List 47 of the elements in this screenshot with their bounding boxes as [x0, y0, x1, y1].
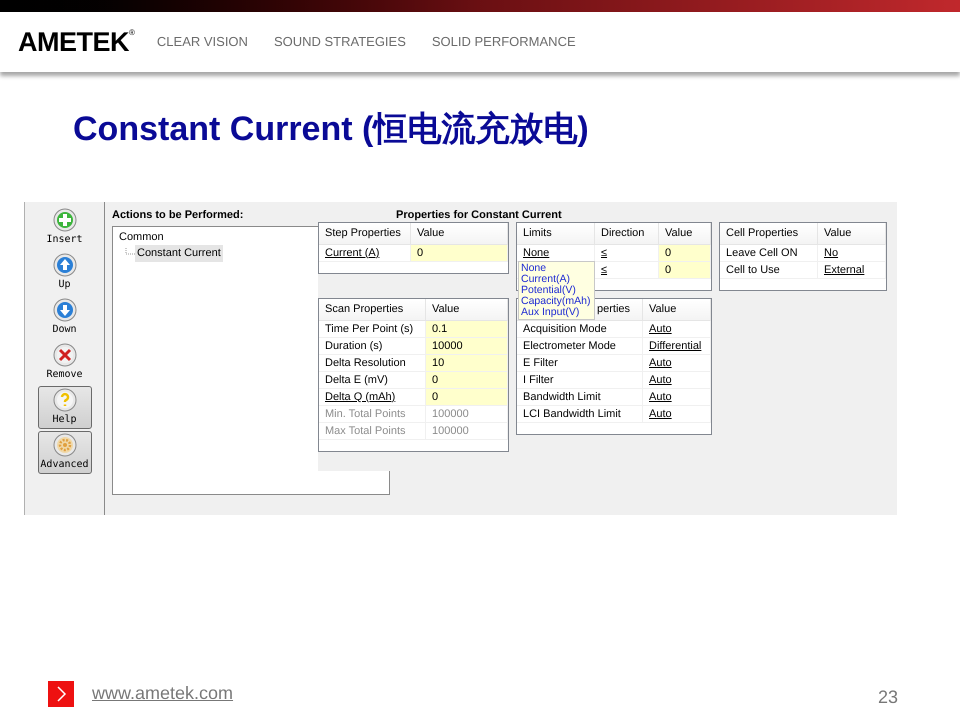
- column-header: perties: [596, 302, 632, 318]
- column-header: Direction: [600, 226, 646, 242]
- toolbar-button[interactable]: Advanced: [38, 431, 92, 474]
- tagline: SOLID PERFORMANCE: [432, 33, 576, 52]
- registered-mark: ®: [129, 28, 135, 36]
- gear-icon: [52, 433, 76, 457]
- plus-icon: [52, 208, 76, 232]
- table-cell[interactable]: 0.1: [426, 321, 508, 337]
- website-link[interactable]: www.ametek.com: [92, 680, 234, 707]
- column-header: Value: [416, 226, 446, 242]
- dropdown-option[interactable]: Current(A): [519, 274, 594, 285]
- toolbar-button[interactable]: Up: [38, 251, 92, 294]
- table-cell[interactable]: 0: [426, 372, 508, 388]
- table-cell[interactable]: 0: [659, 262, 711, 278]
- remove-icon: [52, 343, 76, 367]
- table-cell[interactable]: 10000: [426, 338, 508, 354]
- column-header: Value: [823, 226, 852, 242]
- properties-title: Properties for Constant Current: [395, 208, 563, 222]
- tagline: SOUND STRATEGIES: [274, 33, 406, 52]
- toolbar-button[interactable]: Insert: [38, 206, 92, 249]
- tagline: CLEAR VISION: [156, 33, 248, 52]
- table-cell[interactable]: 0: [659, 245, 711, 261]
- dropdown-option[interactable]: Aux Input(V): [519, 307, 594, 318]
- column-header: Value: [648, 302, 678, 318]
- table-cell[interactable]: 10: [426, 355, 508, 371]
- table-cell[interactable]: 0: [426, 389, 508, 405]
- actions-title: Actions to be Performed:: [112, 208, 244, 223]
- logo: AMETEK: [18, 28, 129, 56]
- column-header: Scan Properties: [324, 302, 404, 318]
- toolbar-button[interactable]: Help: [38, 386, 92, 429]
- page-number: 23: [878, 686, 898, 709]
- dropdown-option[interactable]: Capacity(mAh): [519, 296, 594, 307]
- column-header: Value: [431, 302, 460, 318]
- help-icon: [52, 388, 76, 412]
- column-header: Limits: [522, 226, 553, 242]
- toolbar-button[interactable]: Remove: [38, 341, 92, 384]
- chevron-icon: [48, 680, 74, 706]
- slide-title: Constant Current (恒电流充放电): [73, 109, 590, 150]
- table-cell[interactable]: 0: [411, 245, 508, 261]
- column-header: Cell Properties: [725, 226, 800, 242]
- tree-item[interactable]: Constant Current: [135, 245, 223, 262]
- column-header: Step Properties: [324, 226, 402, 242]
- toolbar-button[interactable]: Down: [38, 296, 92, 339]
- tree-item[interactable]: Common: [118, 228, 165, 245]
- dropdown-option[interactable]: None: [519, 263, 594, 274]
- column-header: Value: [664, 226, 694, 242]
- dropdown-option[interactable]: Potential(V): [519, 285, 594, 296]
